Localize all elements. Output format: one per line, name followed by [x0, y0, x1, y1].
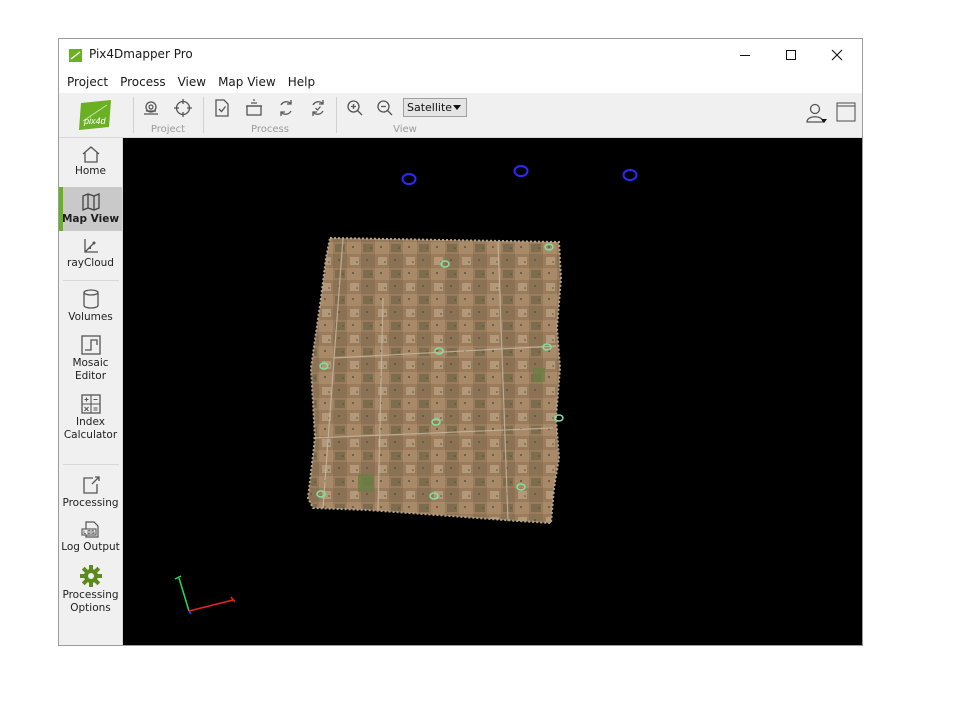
- zoom-out-icon: [377, 100, 393, 116]
- maximize-icon: [786, 50, 796, 60]
- process-check-button[interactable]: [210, 97, 234, 119]
- volumes-icon: [82, 289, 99, 309]
- sidebar-item-label: Volumes: [68, 311, 113, 323]
- toolbar-group-process-label: Process: [251, 124, 289, 135]
- open-box-button[interactable]: [242, 97, 266, 119]
- process-check-icon: [215, 99, 229, 117]
- user-account-button[interactable]: [805, 103, 829, 129]
- gcp-markers[interactable]: [401, 165, 638, 185]
- sidebar-item-label: rayCloud: [67, 257, 114, 269]
- toolbar-group-view-label: View: [393, 124, 417, 135]
- toolbar-group-project-label: Project: [150, 124, 186, 135]
- home-icon: [82, 146, 99, 163]
- zoom-out-button[interactable]: [373, 97, 397, 119]
- rerun-icon: [312, 100, 324, 116]
- raycloud-icon: [83, 239, 98, 253]
- processing-icon: [82, 476, 100, 494]
- menu-project[interactable]: Project: [62, 71, 113, 93]
- toolbar-separator: [203, 97, 204, 133]
- toolbar: pix4d Project Process Satellite View: [59, 93, 862, 138]
- sidebar-item-index-calculator[interactable]: Index Calculator: [59, 393, 122, 447]
- sidebar-item-map-view[interactable]: Map View: [59, 187, 122, 231]
- sidebar-item-home[interactable]: Home: [59, 144, 122, 184]
- toolbar-separator: [336, 97, 337, 133]
- menu-map-view[interactable]: Map View: [213, 71, 281, 93]
- minimize-button[interactable]: [722, 39, 768, 71]
- menu-help[interactable]: Help: [283, 71, 320, 93]
- target-icon: [174, 99, 192, 117]
- close-icon: [831, 49, 843, 61]
- sidebar-item-label: Index Calculator: [63, 416, 118, 441]
- window-title: Pix4Dmapper Pro: [89, 47, 193, 61]
- zoom-in-icon: [347, 100, 363, 116]
- camera-center-icon: [144, 101, 158, 115]
- pix4d-logo: pix4d: [79, 100, 111, 130]
- sidebar-separator: [63, 280, 119, 281]
- basemap-select-value: Satellite: [407, 101, 453, 114]
- map-field-green: [533, 368, 545, 382]
- sidebar-item-label: Processing: [62, 497, 119, 509]
- minimize-icon: [740, 55, 750, 56]
- map-field-green: [358, 474, 374, 492]
- sidebar-item-mosaic-editor[interactable]: Mosaic Editor: [59, 334, 122, 388]
- sidebar-item-volumes[interactable]: Volumes: [59, 288, 122, 330]
- sidebar-item-label: Map View: [61, 213, 120, 225]
- orthomosaic: [306, 236, 563, 525]
- gear-icon: [79, 565, 102, 587]
- active-indicator: [59, 187, 63, 231]
- pix4d-app-icon: [69, 49, 82, 62]
- sidebar-item-raycloud[interactable]: rayCloud: [59, 236, 122, 278]
- sidebar-separator: [63, 464, 119, 465]
- sidebar-item-log-output[interactable]: Log Output: [59, 520, 122, 562]
- rerun-button[interactable]: [306, 97, 330, 119]
- mosaic-editor-icon: [80, 335, 101, 355]
- refresh-button[interactable]: [274, 97, 298, 119]
- sidebar-item-label: Log Output: [61, 541, 120, 553]
- sidebar-item-label: Processing Options: [62, 589, 119, 614]
- panel-icon: [836, 102, 856, 122]
- panel-toggle-button[interactable]: [835, 101, 857, 127]
- menu-process[interactable]: Process: [115, 71, 171, 93]
- basemap-select[interactable]: Satellite: [403, 98, 467, 117]
- log-output-icon: [80, 521, 99, 538]
- maximize-button[interactable]: [768, 39, 814, 71]
- sidebar-item-processing-options[interactable]: Processing Options: [59, 564, 122, 620]
- sidebar: Home Map View rayCloud Volumes Mosaic Ed…: [59, 138, 123, 645]
- menu-view[interactable]: View: [173, 71, 211, 93]
- zoom-in-button[interactable]: [343, 97, 367, 119]
- user-icon: [806, 103, 827, 123]
- target-button[interactable]: [171, 97, 195, 119]
- sidebar-item-label: Mosaic Editor: [72, 357, 109, 382]
- axis-gizmo: [174, 575, 236, 615]
- open-box-icon: [246, 99, 262, 116]
- menu-bar: Project Process View Map View Help: [59, 71, 862, 93]
- title-bar: Pix4Dmapper Pro: [59, 39, 862, 71]
- sidebar-item-label: Home: [74, 165, 106, 177]
- refresh-icon: [280, 100, 292, 116]
- map-canvas[interactable]: [123, 138, 863, 646]
- close-button[interactable]: [814, 39, 860, 71]
- map-viewport[interactable]: [123, 138, 863, 646]
- toolbar-separator: [133, 97, 134, 133]
- camera-center-button[interactable]: [139, 97, 163, 119]
- chevron-down-icon: [453, 105, 461, 110]
- index-calculator-icon: [80, 394, 101, 414]
- sidebar-item-processing[interactable]: Processing: [59, 474, 122, 516]
- app-window: Pix4Dmapper Pro Project Process View Map…: [58, 38, 863, 646]
- svg-text:pix4d: pix4d: [83, 116, 107, 126]
- map-icon: [81, 193, 100, 211]
